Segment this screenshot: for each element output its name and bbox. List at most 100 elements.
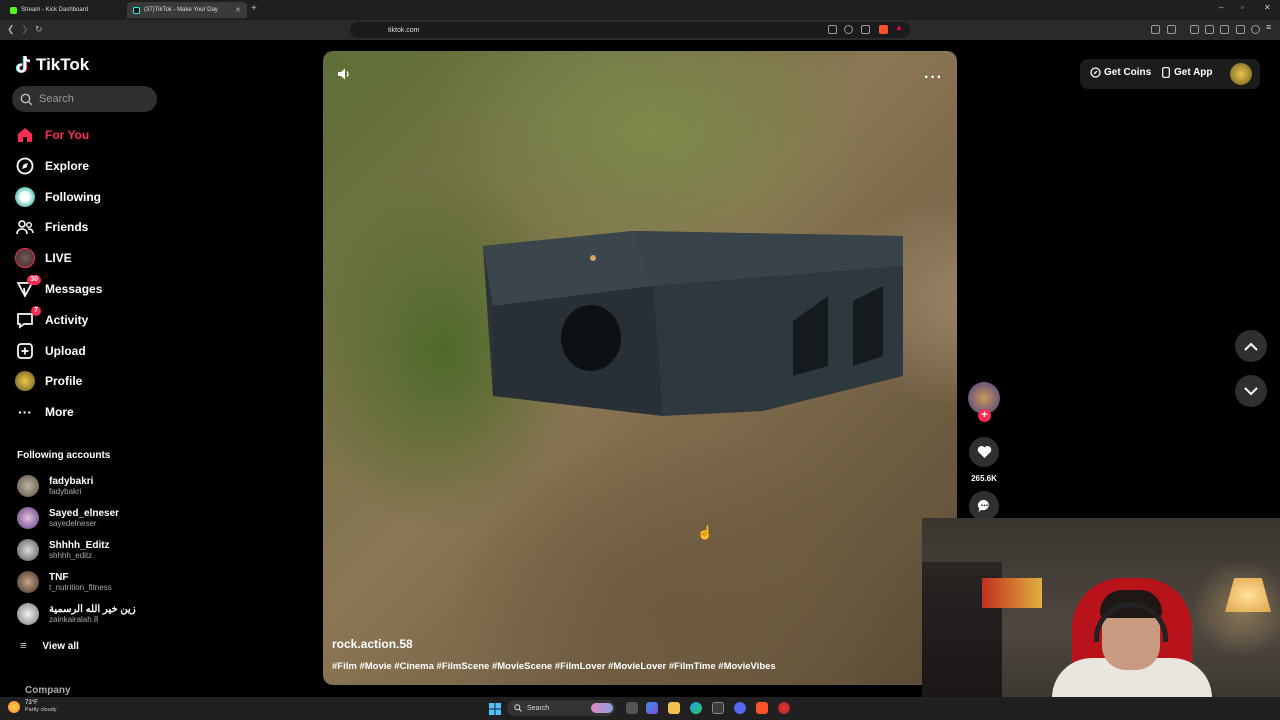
reader-icon[interactable] xyxy=(828,25,837,34)
close-tab-icon[interactable]: ✕ xyxy=(235,6,241,14)
previous-video-button[interactable] xyxy=(1235,330,1267,362)
messages-icon: 30 xyxy=(15,275,41,299)
following-account[interactable]: Sayed_elneser sayedelneser xyxy=(17,506,119,530)
weather-desc: Partly cloudy xyxy=(25,707,57,713)
view-all-label: View all xyxy=(42,640,79,652)
music-icon[interactable] xyxy=(1190,25,1199,34)
avatar xyxy=(17,603,39,625)
partly-cloudy-icon xyxy=(8,701,20,713)
search-input[interactable]: Search xyxy=(12,86,157,112)
url-field[interactable]: tiktok.com xyxy=(350,22,910,38)
nav-friends[interactable]: Friends xyxy=(15,216,88,238)
video-hashtags[interactable]: #Film #Movie #Cinema #FilmScene #MovieSc… xyxy=(332,661,776,672)
tiktok-logo[interactable]: TikTok xyxy=(16,55,89,75)
nav-explore[interactable]: Explore xyxy=(15,155,89,177)
task-view-icon[interactable] xyxy=(626,702,638,714)
messages-badge: 30 xyxy=(27,275,41,285)
comment-button[interactable] xyxy=(969,491,999,521)
extension-icon[interactable] xyxy=(1151,25,1160,34)
get-app-label: Get App xyxy=(1174,67,1213,78)
account-name: زين خير الله الرسمية xyxy=(49,603,136,615)
like-button[interactable] xyxy=(969,437,999,467)
minimize-button[interactable]: – xyxy=(1219,3,1223,12)
kick-favicon-icon xyxy=(10,6,17,14)
tab-title: Stream - Kick Dashboard xyxy=(21,7,89,13)
mute-toggle[interactable] xyxy=(337,67,351,86)
follow-plus-button[interactable]: + xyxy=(978,409,991,422)
vpn-icon[interactable] xyxy=(1251,25,1260,34)
taskbar-search-label: Search xyxy=(527,704,550,712)
search-highlight-icon xyxy=(591,703,613,713)
activity-badge: 7 xyxy=(31,306,41,316)
mouse-cursor-icon: ☝ xyxy=(697,525,714,540)
like-count: 265.6K xyxy=(971,474,997,483)
obs-icon[interactable] xyxy=(778,702,790,714)
forward-arrow-icon[interactable]: ❯ xyxy=(21,24,29,35)
next-video-button[interactable] xyxy=(1235,375,1267,407)
store-icon[interactable] xyxy=(712,702,724,714)
nav-profile[interactable]: Profile xyxy=(15,370,82,392)
edit-icon[interactable] xyxy=(1236,25,1245,34)
nav-more[interactable]: ··· More xyxy=(15,401,74,423)
reload-icon[interactable]: ↻ xyxy=(35,24,43,35)
brave-shield-icon[interactable] xyxy=(879,25,888,34)
close-window-button[interactable]: ✕ xyxy=(1264,3,1271,12)
more-icon: ··· xyxy=(18,404,32,420)
get-coins-label: Get Coins xyxy=(1104,67,1152,78)
following-accounts-title: Following accounts xyxy=(17,450,111,461)
video-more-options[interactable]: ··· xyxy=(924,69,943,87)
weather-widget[interactable]: 73°F Partly cloudy xyxy=(8,700,57,714)
brave-rewards-icon[interactable]: ▲ xyxy=(895,23,904,32)
account-name: Sayed_elneser xyxy=(49,507,120,519)
edge-icon[interactable] xyxy=(690,702,702,714)
discord-icon[interactable] xyxy=(734,702,746,714)
get-app-button[interactable]: Get App xyxy=(1162,67,1213,78)
zoom-icon[interactable] xyxy=(844,25,853,34)
friends-icon xyxy=(15,217,35,237)
windows-taskbar: 73°F Partly cloudy Search xyxy=(0,697,1280,720)
nav-following[interactable]: Following xyxy=(15,186,101,208)
company-link[interactable]: Company xyxy=(25,685,71,696)
volume-icon xyxy=(338,68,349,80)
account-handle: zainkairalah.8 xyxy=(49,614,99,624)
file-explorer-icon[interactable] xyxy=(668,702,680,714)
live-icon xyxy=(15,248,35,268)
tab-tiktok[interactable]: (37)TikTok - Make Your Day ✕ xyxy=(127,2,247,18)
brave-icon[interactable] xyxy=(756,702,768,714)
nav-label: Profile xyxy=(45,374,83,388)
following-account[interactable]: Shhhh_Editz shhhh_editz xyxy=(17,538,110,562)
search-placeholder: Search xyxy=(39,93,74,105)
wallet-icon[interactable] xyxy=(1220,25,1229,34)
following-account[interactable]: fadybakri fadybakri xyxy=(17,474,93,498)
share-icon[interactable] xyxy=(861,25,870,34)
get-coins-button[interactable]: Get Coins xyxy=(1090,67,1151,78)
start-button[interactable] xyxy=(489,702,501,720)
widgets-icon[interactable] xyxy=(646,702,658,714)
account-handle: t_nutrition_fitness xyxy=(49,582,112,592)
account-handle: shhhh_editz xyxy=(49,550,93,560)
menu-icon[interactable]: ≡ xyxy=(1266,22,1275,32)
sidebar-icon[interactable] xyxy=(1205,25,1214,34)
phone-icon xyxy=(1162,67,1170,78)
video-player[interactable]: ··· rock.action.58 #Film #Movie #Cinema … xyxy=(323,51,957,685)
taskbar-search[interactable]: Search xyxy=(507,700,615,716)
following-account[interactable]: زين خير الله الرسمية zainkairalah.8 xyxy=(17,602,136,626)
nav-live[interactable]: LIVE xyxy=(15,247,72,269)
nav-upload[interactable]: Upload xyxy=(15,340,86,362)
home-icon xyxy=(15,125,35,145)
tab-kick-dashboard[interactable]: Stream - Kick Dashboard xyxy=(4,2,124,18)
extension-icon[interactable] xyxy=(1167,25,1176,34)
nav-messages[interactable]: 30 Messages xyxy=(15,275,102,300)
comment-icon xyxy=(977,499,989,512)
maximize-button[interactable]: ▫ xyxy=(1241,3,1244,12)
back-arrow-icon[interactable]: ❮ xyxy=(7,24,15,35)
video-author[interactable]: rock.action.58 xyxy=(332,637,413,651)
view-all-button[interactable]: ≡ View all xyxy=(20,640,79,652)
nav-label: LIVE xyxy=(45,251,72,265)
nav-for-you[interactable]: For You xyxy=(15,124,89,146)
nav-activity[interactable]: 7 Activity xyxy=(15,306,88,331)
following-account[interactable]: TNF t_nutrition_fitness xyxy=(17,570,112,594)
user-avatar[interactable] xyxy=(1230,63,1252,85)
browser-toolbar: ❮ ❯ ↻ □ tiktok.com ▲ ≡ xyxy=(0,20,1280,40)
new-tab-button[interactable]: + xyxy=(251,3,257,14)
